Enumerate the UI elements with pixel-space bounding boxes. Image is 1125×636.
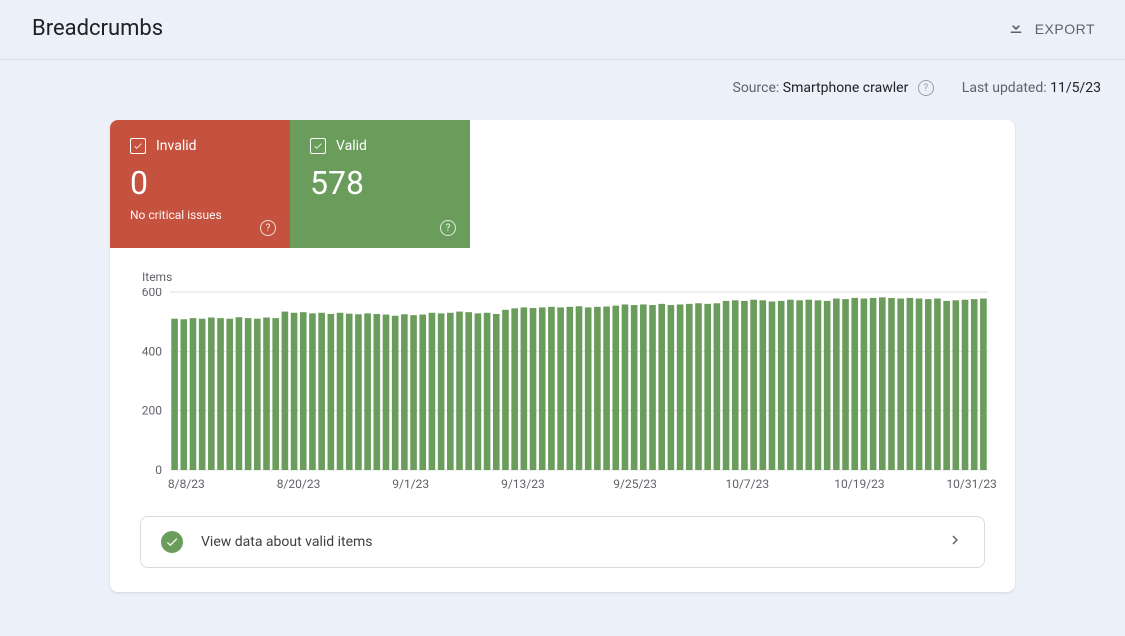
svg-text:10/7/23: 10/7/23 (725, 477, 769, 491)
meta-row: Source: Smartphone crawler ? Last update… (0, 60, 1125, 96)
svg-text:9/13/23: 9/13/23 (501, 477, 545, 491)
chevron-right-icon (946, 531, 964, 553)
svg-text:0: 0 (155, 463, 162, 477)
view-valid-items-button[interactable]: View data about valid items (140, 516, 985, 568)
svg-text:10/31/23: 10/31/23 (946, 477, 996, 491)
tile-valid[interactable]: Valid 578 ? (290, 120, 470, 248)
tile-invalid-value: 0 (130, 164, 270, 202)
svg-text:600: 600 (142, 288, 162, 299)
export-button[interactable]: EXPORT (1001, 17, 1101, 40)
tile-invalid-label: Invalid (156, 138, 197, 154)
svg-text:8/20/23: 8/20/23 (277, 477, 321, 491)
items-chart: 0 200 400 600 8/8/23 8/20/23 9/1/23 9/13/23 9/25… (126, 288, 998, 498)
help-icon[interactable]: ? (260, 220, 276, 236)
help-icon[interactable]: ? (440, 220, 456, 236)
svg-text:400: 400 (142, 345, 162, 359)
chart-y-title: Items (142, 270, 999, 284)
action-label: View data about valid items (201, 534, 373, 550)
tile-invalid[interactable]: Invalid 0 No critical issues ? (110, 120, 290, 248)
checkbox-checked-icon[interactable] (310, 138, 326, 154)
help-icon[interactable]: ? (918, 80, 934, 96)
check-circle-icon (161, 531, 183, 553)
page-title: Breadcrumbs (32, 16, 163, 41)
svg-text:9/25/23: 9/25/23 (613, 477, 657, 491)
checkbox-checked-icon[interactable] (130, 138, 146, 154)
svg-text:200: 200 (142, 404, 162, 418)
svg-text:10/19/23: 10/19/23 (834, 477, 884, 491)
svg-text:8/8/23: 8/8/23 (168, 477, 205, 491)
updated-info: Last updated: 11/5/23 (962, 80, 1101, 96)
export-label: EXPORT (1035, 21, 1095, 37)
tile-invalid-sub: No critical issues (130, 208, 270, 222)
svg-text:9/1/23: 9/1/23 (392, 477, 429, 491)
source-info: Source: Smartphone crawler ? (733, 80, 934, 96)
summary-tiles: Invalid 0 No critical issues ? Valid 578… (110, 120, 1015, 248)
main-card: Invalid 0 No critical issues ? Valid 578… (110, 120, 1015, 592)
tile-valid-value: 578 (310, 164, 450, 202)
tile-valid-label: Valid (336, 138, 367, 154)
download-icon (1007, 18, 1025, 39)
